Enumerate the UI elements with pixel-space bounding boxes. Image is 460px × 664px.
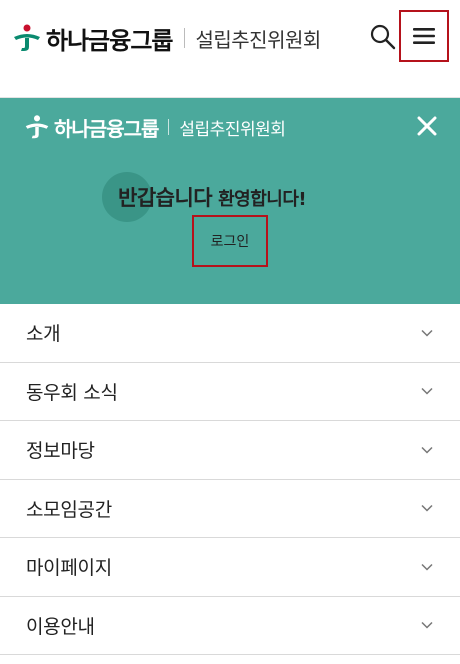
chevron-down-icon [421,446,433,454]
menu-item-label: 소개 [26,323,61,346]
top-header: 하나금융그룹 설립추진위원회 [0,0,460,98]
menu-item-info[interactable]: 정보마당 [0,421,460,480]
chevron-down-icon [421,505,433,512]
hana-logo-mark-icon [12,23,42,53]
welcome-strong-text: 반갑습니다 [118,186,213,210]
menu-item-label: 마이페이지 [26,557,112,580]
menu-item-clubs[interactable]: 소모임공간 [0,480,460,538]
welcome-rest-text: 환영합니다! [218,189,307,210]
close-icon [417,116,437,136]
chevron-down-icon [421,563,433,571]
logo-sub-text: 설립추진위원회 [195,27,321,52]
hamburger-menu-button[interactable] [399,10,449,62]
menu-item-guide[interactable]: 이용안내 [0,597,460,655]
logo-divider [184,28,186,48]
menu-item-mypage[interactable]: 마이페이지 [0,538,460,597]
welcome-message: 반갑습니다 환영합니다! [118,182,307,212]
panel-hana-logo[interactable]: 하나금융그룹 설립추진위원회 [24,112,286,142]
menu-item-label: 이용안내 [26,615,95,638]
menu-item-intro[interactable]: 소개 [0,304,460,363]
chevron-down-icon [421,622,433,629]
menu-item-news[interactable]: 동우회 소식 [0,363,460,421]
menu-item-label: 소모임공간 [26,498,112,521]
chevron-down-icon [421,388,433,395]
hana-logo[interactable]: 하나금융그룹 설립추진위원회 [12,20,321,56]
chevron-down-icon [421,329,433,337]
hamburger-menu-icon [413,28,435,44]
search-button[interactable] [368,22,398,52]
menu-item-label: 정보마당 [26,440,95,463]
logo-main-text: 하나금융그룹 [46,26,173,55]
panel-logo-divider [168,119,170,135]
menu-panel-header: 하나금융그룹 설립추진위원회 반갑습니다 환영합니다! 로그인 [0,98,460,304]
menu-item-label: 동우회 소식 [26,381,118,404]
panel-logo-sub-text: 설립추진위원회 [179,119,286,140]
close-menu-button[interactable] [413,112,441,140]
panel-logo-main-text: 하나금융그룹 [54,116,159,141]
login-button[interactable]: 로그인 [192,215,268,267]
panel-logo-mark-icon [24,114,50,140]
search-icon [370,24,396,50]
menu-list: 소개 동우회 소식 정보마당 소모임공간 마이페이지 이용안내 [0,304,460,655]
